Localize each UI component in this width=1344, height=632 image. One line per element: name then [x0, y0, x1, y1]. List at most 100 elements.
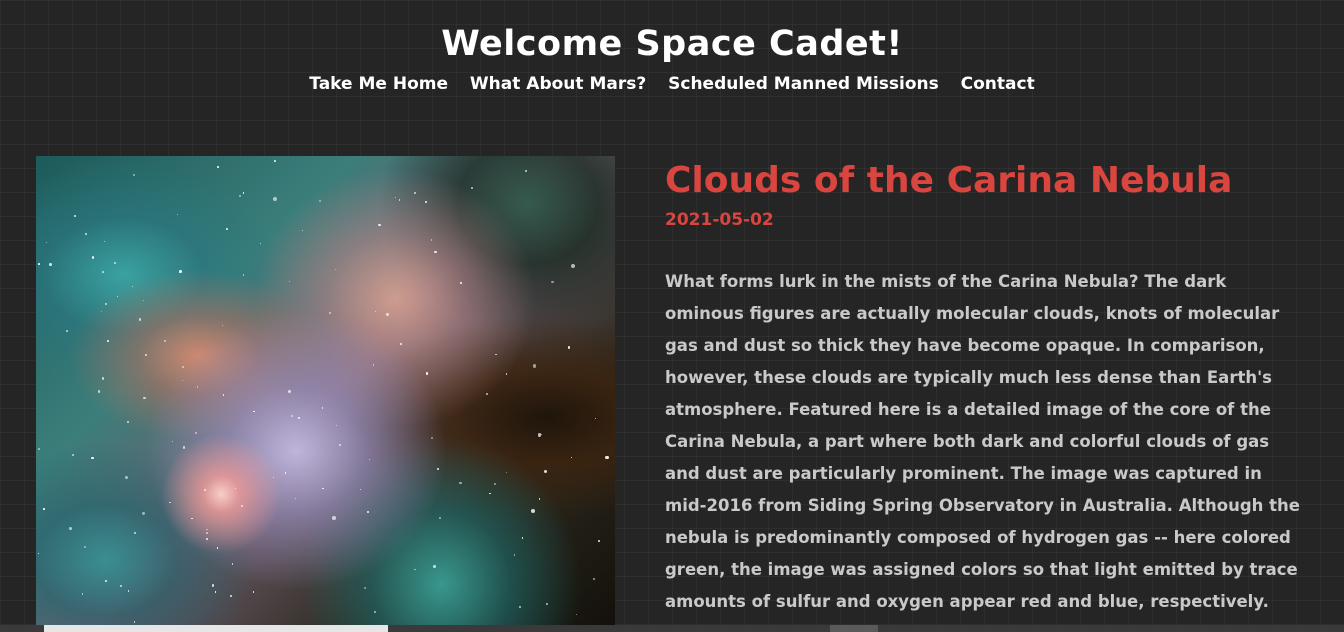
site-title: Welcome Space Cadet!: [441, 24, 903, 64]
star-dot: [37, 263, 40, 266]
star-dot: [143, 299, 145, 301]
star-dot: [322, 487, 324, 490]
star-dot: [223, 394, 225, 396]
star-dot: [191, 517, 193, 520]
star-dot: [204, 488, 207, 491]
star-dot: [302, 229, 304, 231]
star-dot: [525, 169, 528, 172]
star-dot: [386, 313, 389, 316]
star-dot: [334, 268, 336, 270]
star-dot: [374, 310, 377, 312]
star-dot: [234, 488, 236, 490]
nav-link-what-about-mars[interactable]: What About Mars?: [470, 74, 646, 94]
star-dot: [425, 200, 427, 203]
star-dot: [127, 590, 130, 592]
star-dot: [242, 192, 245, 194]
star-dot: [46, 242, 48, 244]
nav-link-contact[interactable]: Contact: [961, 74, 1035, 94]
star-dot: [505, 471, 507, 474]
star-dot: [206, 532, 209, 535]
star-dot: [459, 281, 462, 284]
star-dot: [295, 498, 297, 500]
star-dot: [225, 228, 228, 231]
star-dot: [144, 353, 148, 357]
star-dot: [284, 472, 287, 474]
star-dot: [288, 280, 291, 283]
star-dot: [243, 274, 245, 276]
star-dot: [433, 565, 436, 568]
star-dot: [394, 196, 396, 198]
star-dot: [69, 526, 73, 530]
star-dot: [132, 173, 136, 176]
star-dot: [597, 540, 600, 542]
star-dot: [205, 538, 208, 541]
star-dot: [274, 159, 277, 162]
star-dot: [196, 386, 198, 388]
star-dot: [538, 498, 541, 500]
star-dot: [43, 508, 45, 510]
star-dot: [329, 312, 331, 314]
star-dot: [178, 269, 183, 274]
star-dot: [541, 434, 543, 436]
star-dot: [571, 263, 576, 269]
star-dot: [363, 587, 366, 590]
star-dot: [513, 554, 516, 556]
star-dot: [211, 584, 214, 587]
star-dot: [537, 433, 541, 437]
star-dot: [272, 196, 278, 201]
article-title: Clouds of the Carina Nebula: [665, 160, 1233, 201]
star-dot: [471, 187, 473, 190]
star-dot: [321, 407, 323, 409]
star-dot: [74, 214, 76, 217]
star-dot: [91, 256, 94, 259]
star-dot: [398, 199, 401, 201]
star-dot: [72, 453, 75, 456]
nav-link-scheduled-manned-missions[interactable]: Scheduled Manned Missions: [668, 74, 939, 94]
star-dot: [49, 262, 52, 266]
star-dot: [81, 593, 84, 595]
star-dot: [519, 606, 522, 609]
nav-link-take-me-home[interactable]: Take Me Home: [309, 74, 448, 94]
star-dot: [194, 432, 197, 435]
star-dot: [126, 420, 129, 423]
star-dot: [142, 512, 145, 515]
star-dot: [38, 448, 40, 451]
star-dot: [216, 547, 219, 549]
star-dot: [231, 563, 234, 565]
star-dot: [438, 517, 441, 520]
star-dot: [437, 467, 440, 470]
star-dot: [430, 436, 433, 439]
star-dot: [414, 568, 416, 571]
star-dot: [104, 302, 107, 305]
star-dot: [171, 440, 174, 443]
horizontal-scrollbar[interactable]: [0, 625, 1344, 632]
star-dot: [493, 482, 496, 485]
star-dot: [551, 280, 554, 284]
star-dot: [570, 456, 573, 459]
star-dot: [336, 424, 338, 427]
star-dot: [100, 310, 103, 313]
star-dot: [206, 529, 208, 531]
star-dot: [101, 377, 105, 380]
star-dot: [83, 545, 87, 549]
star-dot: [273, 477, 275, 479]
nebula-image: [36, 156, 615, 632]
main-nav: Take Me Home What About Mars? Scheduled …: [0, 72, 1344, 96]
star-dot: [177, 213, 179, 215]
star-dot: [133, 621, 136, 623]
scrollbar-thumb[interactable]: [44, 625, 388, 632]
star-dot: [378, 223, 381, 227]
star-dot: [459, 482, 462, 485]
star-dot: [288, 390, 292, 394]
star-dot: [414, 192, 417, 195]
star-dot: [124, 475, 129, 480]
star-dot: [298, 417, 301, 420]
star-dot: [434, 251, 437, 254]
star-dot: [567, 346, 570, 349]
article-date: 2021-05-02: [665, 210, 774, 230]
star-dot: [217, 166, 219, 168]
star-dot: [605, 455, 609, 460]
star-dot: [485, 393, 489, 396]
star-dot: [290, 415, 293, 418]
star-dot: [332, 516, 336, 520]
